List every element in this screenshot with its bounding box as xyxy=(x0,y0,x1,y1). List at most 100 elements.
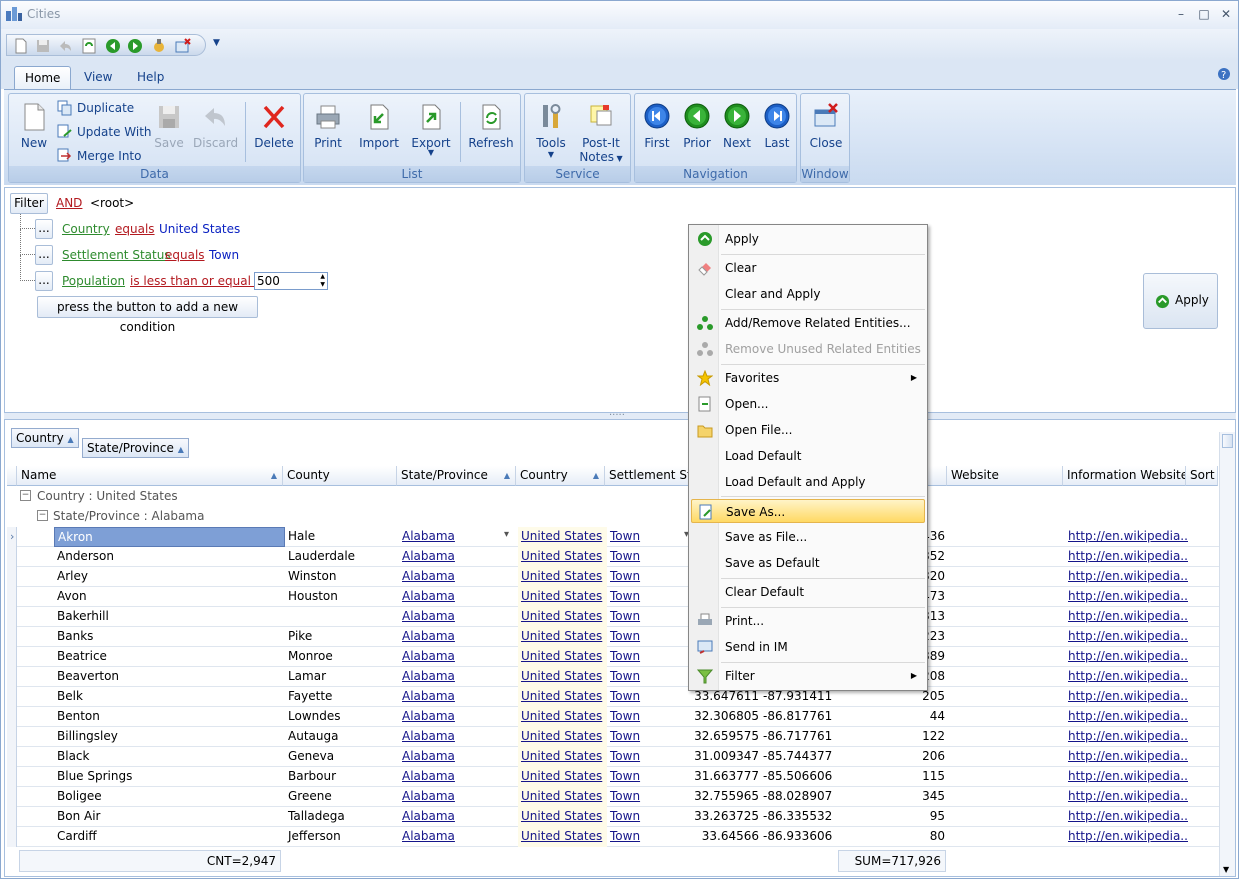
table-row[interactable]: Billingsley Autauga Alabama United States To… xyxy=(7,727,1219,747)
maximize-button[interactable]: □ xyxy=(1194,6,1214,22)
menu-item-clear-default[interactable]: Clear Default xyxy=(691,580,925,604)
menu-item-open[interactable]: Open... xyxy=(691,392,925,416)
row-indicator[interactable] xyxy=(7,747,17,767)
cell-info[interactable]: http://en.wikipedia.... xyxy=(1065,767,1188,787)
tab-home[interactable]: Home xyxy=(14,66,72,90)
row-indicator[interactable]: › xyxy=(7,527,17,547)
population-value-input[interactable]: 500 ▲ ▼ xyxy=(254,272,328,290)
collapse-icon[interactable]: − xyxy=(20,490,31,501)
cell-country[interactable]: United States xyxy=(518,547,607,567)
next-icon[interactable] xyxy=(127,38,143,54)
scroll-thumb[interactable] xyxy=(1222,434,1233,448)
cell-state[interactable]: Alabama xyxy=(399,647,518,667)
cell-state[interactable]: Alabama xyxy=(399,667,518,687)
row-indicator[interactable] xyxy=(7,547,17,567)
condition-field-link[interactable]: Population xyxy=(62,274,125,288)
cell-state[interactable]: Alabama xyxy=(399,587,518,607)
refresh-button[interactable]: Refresh xyxy=(468,102,514,150)
vertical-scrollbar[interactable]: ▼ xyxy=(1219,432,1235,876)
cell-status[interactable]: Town xyxy=(607,707,691,727)
cell-status[interactable]: Town xyxy=(607,767,691,787)
cell-state[interactable]: Alabama xyxy=(399,607,518,627)
column-header-country[interactable]: Country ▲ xyxy=(516,466,605,486)
row-indicator[interactable] xyxy=(7,707,17,727)
menu-item-filter[interactable]: Filter ▶ xyxy=(691,664,925,688)
group-row-state[interactable]: − State/Province : Alabama xyxy=(7,507,1219,527)
cell-info[interactable]: http://en.wikipedia.... xyxy=(1065,707,1188,727)
row-indicator[interactable] xyxy=(7,627,17,647)
menu-item-save-as-file[interactable]: Save as File... xyxy=(691,525,925,549)
table-row[interactable]: Anderson Lauderdale Alabama United States To… xyxy=(7,547,1219,567)
print-button[interactable]: Print xyxy=(310,102,346,150)
cell-status[interactable]: Town xyxy=(607,647,691,667)
condition-operator-link[interactable]: equals xyxy=(165,248,205,262)
row-indicator[interactable] xyxy=(7,647,17,667)
save-button[interactable]: Save xyxy=(153,102,185,150)
export-button[interactable]: Export ▼ xyxy=(410,102,452,157)
customize-qat-icon[interactable]: ▼ xyxy=(213,38,220,48)
cell-status[interactable]: Town xyxy=(607,547,691,567)
close-button[interactable]: Close xyxy=(806,102,846,150)
column-header-information-website[interactable]: Information Website xyxy=(1063,466,1186,486)
table-row[interactable]: Boligee Greene Alabama United States Town 32.… xyxy=(7,787,1219,807)
table-row[interactable]: Banks Pike Alabama United States Town 223 http… xyxy=(7,627,1219,647)
condition-menu-button[interactable]: ... xyxy=(35,245,53,265)
cell-country[interactable]: United States xyxy=(518,567,607,587)
table-row[interactable]: Beaverton Lamar Alabama United States Town 20… xyxy=(7,667,1219,687)
close-window-button[interactable]: ✕ xyxy=(1216,6,1236,22)
column-header-name[interactable]: Name ▲ xyxy=(17,466,283,486)
cell-country[interactable]: United States xyxy=(518,587,607,607)
cell-status[interactable]: Town xyxy=(607,667,691,687)
table-row[interactable]: Blue Springs Barbour Alabama United States T… xyxy=(7,767,1219,787)
scroll-down-icon[interactable]: ▼ xyxy=(1223,865,1229,874)
cell-info[interactable]: http://en.wikipedia.... xyxy=(1065,687,1188,707)
save-icon[interactable] xyxy=(35,38,51,54)
cell-info[interactable]: http://en.wikipedia.... xyxy=(1065,747,1188,767)
table-row[interactable]: Cardiff Jefferson Alabama United States Town… xyxy=(7,827,1219,847)
condition-value[interactable]: United States xyxy=(159,222,240,236)
cell-country[interactable]: United States xyxy=(518,807,607,827)
cell-info[interactable]: http://en.wikipedia.... xyxy=(1065,607,1188,627)
cell-state[interactable]: Alabama xyxy=(399,727,518,747)
tab-view[interactable]: View xyxy=(74,66,122,90)
table-row[interactable]: Arley Winston Alabama United States Town 320 h… xyxy=(7,567,1219,587)
row-indicator[interactable] xyxy=(7,807,17,827)
cell-status[interactable]: Town xyxy=(607,727,691,747)
cell-country[interactable]: United States xyxy=(518,787,607,807)
undo-icon[interactable] xyxy=(57,38,73,54)
last-button[interactable]: Last xyxy=(759,102,795,150)
menu-item-print[interactable]: Print... xyxy=(691,609,925,633)
cell-state[interactable]: Alabama xyxy=(399,567,518,587)
merge-into-button[interactable]: Merge Into xyxy=(57,146,141,168)
update-with-button[interactable]: Update With xyxy=(57,122,152,144)
cell-info[interactable]: http://en.wikipedia.... xyxy=(1065,807,1188,827)
new-document-icon[interactable] xyxy=(13,38,29,54)
table-row[interactable]: Beatrice Monroe Alabama United States Town 38… xyxy=(7,647,1219,667)
table-row[interactable]: Bakerhill Alabama United States Town 313 http… xyxy=(7,607,1219,627)
cell-status[interactable]: Town xyxy=(607,567,691,587)
group-tag-country[interactable]: Country ▲ xyxy=(11,428,79,448)
splitter-grip-icon[interactable]: ..... xyxy=(609,407,625,418)
cell-status[interactable]: Town xyxy=(607,627,691,647)
menu-item-add-remove-related[interactable]: Add/Remove Related Entities... xyxy=(691,311,925,335)
cell-status[interactable]: Town xyxy=(607,747,691,767)
group-row-country[interactable]: − Country : United States xyxy=(7,487,1219,507)
row-indicator[interactable] xyxy=(7,827,17,847)
duplicate-button[interactable]: Duplicate xyxy=(57,98,134,120)
spin-icon[interactable]: ▲ ▼ xyxy=(320,273,325,289)
cell-info[interactable]: http://en.wikipedia.... xyxy=(1065,627,1188,647)
cell-state[interactable]: Alabama xyxy=(399,547,518,567)
cell-country[interactable]: United States xyxy=(518,687,607,707)
menu-item-load-default[interactable]: Load Default xyxy=(691,444,925,468)
condition-value[interactable]: Town xyxy=(209,248,239,262)
column-header-county[interactable]: County xyxy=(283,466,397,486)
cell-country[interactable]: United States xyxy=(518,527,607,547)
new-button[interactable]: New xyxy=(17,102,51,150)
row-indicator[interactable] xyxy=(7,727,17,747)
filter-button[interactable]: Filter xyxy=(10,193,48,214)
cell-info[interactable]: http://en.wikipedia.... xyxy=(1065,667,1188,687)
menu-item-save-as-default[interactable]: Save as Default xyxy=(691,551,925,575)
condition-operator-link[interactable]: equals xyxy=(115,222,155,236)
next-button[interactable]: Next xyxy=(719,102,755,150)
dropdown-arrow-icon[interactable]: ▾ xyxy=(504,529,509,540)
